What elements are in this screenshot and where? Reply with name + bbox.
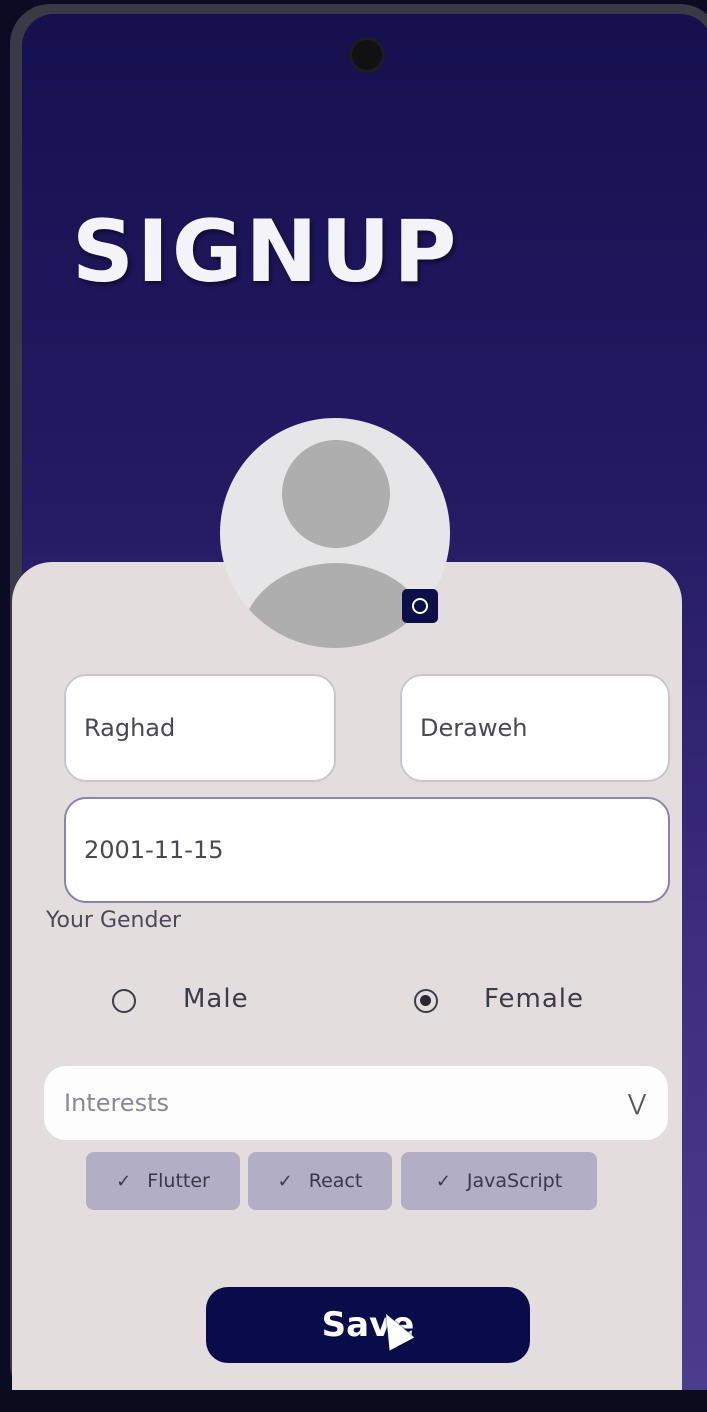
interests-dropdown[interactable]: Interests ⋁ bbox=[44, 1066, 668, 1140]
interest-chip-javascript[interactable]: ✓ JavaScript bbox=[401, 1152, 597, 1210]
save-button[interactable]: Save bbox=[206, 1287, 530, 1363]
bottom-bar bbox=[0, 1390, 707, 1412]
front-camera bbox=[352, 40, 382, 70]
double-chevron-down-icon[interactable]: ⋁ bbox=[628, 1091, 646, 1116]
first-name-value: Raghad bbox=[84, 714, 176, 742]
first-name-field[interactable]: Raghad bbox=[64, 674, 336, 782]
gender-label: Your Gender bbox=[46, 908, 182, 933]
interests-placeholder: Interests bbox=[64, 1089, 169, 1117]
check-icon: ✓ bbox=[116, 1170, 132, 1192]
radio-female[interactable] bbox=[414, 989, 438, 1013]
chip-label: JavaScript bbox=[466, 1170, 563, 1192]
check-icon: ✓ bbox=[277, 1170, 293, 1192]
birth-date-field[interactable]: 2001-11-15 bbox=[64, 797, 670, 903]
last-name-field[interactable]: Deraweh bbox=[400, 674, 670, 782]
last-name-value: Deraweh bbox=[420, 714, 528, 742]
radio-male-label[interactable]: Male bbox=[183, 984, 249, 1014]
check-icon: ✓ bbox=[435, 1170, 451, 1192]
chip-label: Flutter bbox=[147, 1170, 210, 1192]
radio-male[interactable] bbox=[112, 989, 136, 1013]
page-title: SIGNUP bbox=[72, 202, 460, 302]
birth-date-value: 2001-11-15 bbox=[84, 836, 224, 864]
radio-female-label[interactable]: Female bbox=[484, 984, 584, 1014]
interest-chip-flutter[interactable]: ✓ Flutter bbox=[86, 1152, 240, 1210]
person-placeholder-icon bbox=[282, 440, 390, 548]
camera-icon[interactable] bbox=[402, 589, 438, 623]
interest-chip-react[interactable]: ✓ React bbox=[248, 1152, 392, 1210]
chip-label: React bbox=[308, 1170, 363, 1192]
